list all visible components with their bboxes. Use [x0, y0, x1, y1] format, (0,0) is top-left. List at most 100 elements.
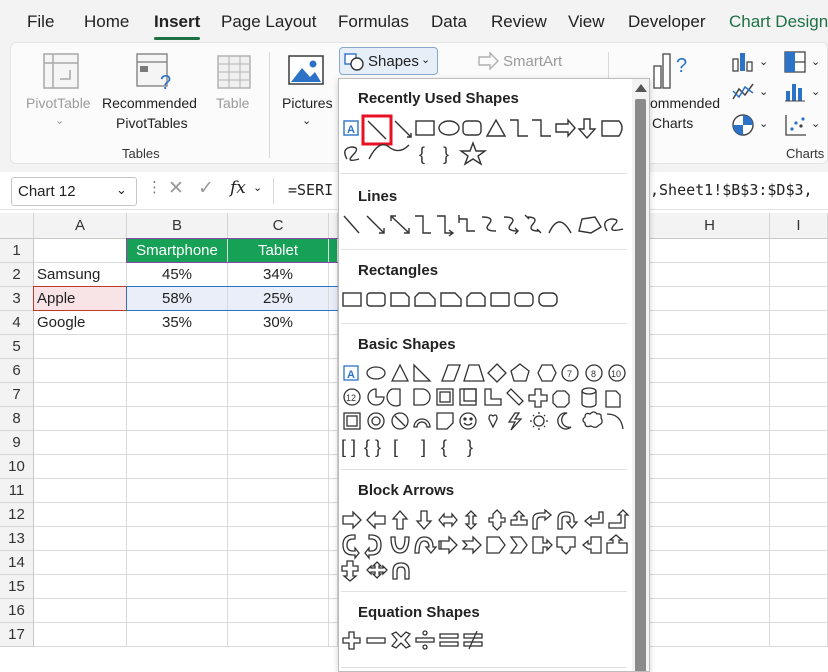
- smartart-button[interactable]: SmartArt: [503, 52, 562, 72]
- right-brace-shape-icon[interactable]: }: [443, 144, 449, 164]
- row-header-10[interactable]: 10: [0, 455, 34, 479]
- cell-d14[interactable]: [329, 551, 338, 575]
- tab-formulas[interactable]: Formulas: [338, 12, 409, 32]
- tab-chart-design[interactable]: Chart Design: [729, 12, 828, 32]
- cell-a10[interactable]: [34, 455, 127, 479]
- cell-c11[interactable]: [228, 479, 329, 503]
- tab-home[interactable]: Home: [84, 12, 129, 32]
- column-header-h[interactable]: H: [650, 213, 770, 239]
- row-header-12[interactable]: 12: [0, 503, 34, 527]
- column-header-b[interactable]: B: [127, 213, 228, 239]
- cell-a14[interactable]: [34, 551, 127, 575]
- cell-a17[interactable]: [34, 623, 127, 647]
- column-header-i[interactable]: I: [770, 213, 828, 239]
- cell-i17[interactable]: [770, 623, 828, 647]
- name-box-chevron-icon[interactable]: ⌄: [116, 182, 127, 198]
- cell-d16[interactable]: [329, 599, 338, 623]
- scroll-up-icon[interactable]: [635, 84, 647, 92]
- cell-i9[interactable]: [770, 431, 828, 455]
- column-header-d[interactable]: [329, 213, 338, 239]
- cell-c16[interactable]: [228, 599, 329, 623]
- cell-h8[interactable]: [650, 407, 770, 431]
- cell-b2[interactable]: 45%: [127, 263, 228, 287]
- left-brace-shape-icon[interactable]: {: [419, 144, 425, 164]
- cell-b7[interactable]: [127, 383, 228, 407]
- cell-a11[interactable]: [34, 479, 127, 503]
- cell-a16[interactable]: [34, 599, 127, 623]
- statistic-chart-chevron-icon[interactable]: ⌄: [811, 82, 820, 102]
- cell-d7[interactable]: [329, 383, 338, 407]
- cell-c14[interactable]: [228, 551, 329, 575]
- row-header-2[interactable]: 2: [0, 263, 34, 287]
- enter-icon[interactable]: ✓: [198, 177, 214, 200]
- cell-b9[interactable]: [127, 431, 228, 455]
- cell-a12[interactable]: [34, 503, 127, 527]
- cell-h13[interactable]: [650, 527, 770, 551]
- name-box[interactable]: Chart 12 ⌄: [11, 177, 137, 206]
- cell-d2[interactable]: [329, 263, 338, 287]
- line-chart-icon[interactable]: [731, 81, 757, 103]
- cell-a15[interactable]: [34, 575, 127, 599]
- formula-input-right[interactable]: ,Sheet1!$B$3:$D$3,: [650, 181, 813, 199]
- cell-i11[interactable]: [770, 479, 828, 503]
- cell-b1[interactable]: Smartphone: [127, 239, 228, 263]
- cell-i3[interactable]: [770, 287, 828, 311]
- cell-d8[interactable]: [329, 407, 338, 431]
- column-header-c[interactable]: C: [228, 213, 329, 239]
- oval-shape-icon[interactable]: [438, 120, 460, 136]
- shapes-button[interactable]: Shapes ⌄: [339, 47, 438, 75]
- tab-review[interactable]: Review: [491, 12, 547, 32]
- cell-d4[interactable]: [329, 311, 338, 335]
- cell-b11[interactable]: [127, 479, 228, 503]
- line-chart-chevron-icon[interactable]: ⌄: [759, 82, 768, 102]
- cell-b15[interactable]: [127, 575, 228, 599]
- star-shape-icon[interactable]: [458, 141, 488, 166]
- cell-d15[interactable]: [329, 575, 338, 599]
- cell-h2[interactable]: [650, 263, 770, 287]
- row-header-4[interactable]: 4: [0, 311, 34, 335]
- cell-a7[interactable]: [34, 383, 127, 407]
- pivot-table-chevron[interactable]: ⌄: [55, 111, 64, 131]
- cell-d10[interactable]: [329, 455, 338, 479]
- tab-insert[interactable]: Insert: [154, 12, 201, 40]
- curve-shape-icon[interactable]: [368, 144, 410, 160]
- cell-b14[interactable]: [127, 551, 228, 575]
- pie-chart-chevron-icon[interactable]: ⌄: [759, 114, 768, 134]
- fx-chevron-icon[interactable]: ⌄: [253, 181, 262, 194]
- row-header-1[interactable]: 1: [0, 239, 34, 263]
- cancel-icon[interactable]: ✕: [168, 177, 184, 200]
- pictures-chevron[interactable]: ⌄: [302, 111, 311, 131]
- cell-h9[interactable]: [650, 431, 770, 455]
- cell-h4[interactable]: [650, 311, 770, 335]
- pictures-button[interactable]: Pictures: [282, 93, 333, 113]
- cell-h6[interactable]: [650, 359, 770, 383]
- cell-c7[interactable]: [228, 383, 329, 407]
- cell-c4[interactable]: 30%: [228, 311, 329, 335]
- cell-d11[interactable]: [329, 479, 338, 503]
- cell-a9[interactable]: [34, 431, 127, 455]
- hierarchy-chart-icon[interactable]: [784, 51, 806, 73]
- row-header-16[interactable]: 16: [0, 599, 34, 623]
- cell-c9[interactable]: [228, 431, 329, 455]
- row-header-7[interactable]: 7: [0, 383, 34, 407]
- cell-a4[interactable]: Google: [34, 311, 127, 335]
- cell-i7[interactable]: [770, 383, 828, 407]
- cell-c13[interactable]: [228, 527, 329, 551]
- rounded-rectangle-shape-icon[interactable]: [462, 120, 482, 136]
- cell-i12[interactable]: [770, 503, 828, 527]
- cell-c10[interactable]: [228, 455, 329, 479]
- cell-b5[interactable]: [127, 335, 228, 359]
- cell-d6[interactable]: [329, 359, 338, 383]
- cell-h10[interactable]: [650, 455, 770, 479]
- tab-developer[interactable]: Developer: [628, 12, 706, 32]
- cell-i13[interactable]: [770, 527, 828, 551]
- cell-b6[interactable]: [127, 359, 228, 383]
- cell-i1[interactable]: [770, 239, 828, 263]
- tab-data[interactable]: Data: [431, 12, 467, 32]
- insert-function-icon[interactable]: fx: [230, 178, 246, 198]
- tab-view[interactable]: View: [568, 12, 605, 32]
- cell-h1[interactable]: [650, 239, 770, 263]
- scatter-chart-icon[interactable]: [784, 113, 808, 137]
- recommended-pivot-button[interactable]: Recommended: [102, 93, 197, 113]
- cell-c17[interactable]: [228, 623, 329, 647]
